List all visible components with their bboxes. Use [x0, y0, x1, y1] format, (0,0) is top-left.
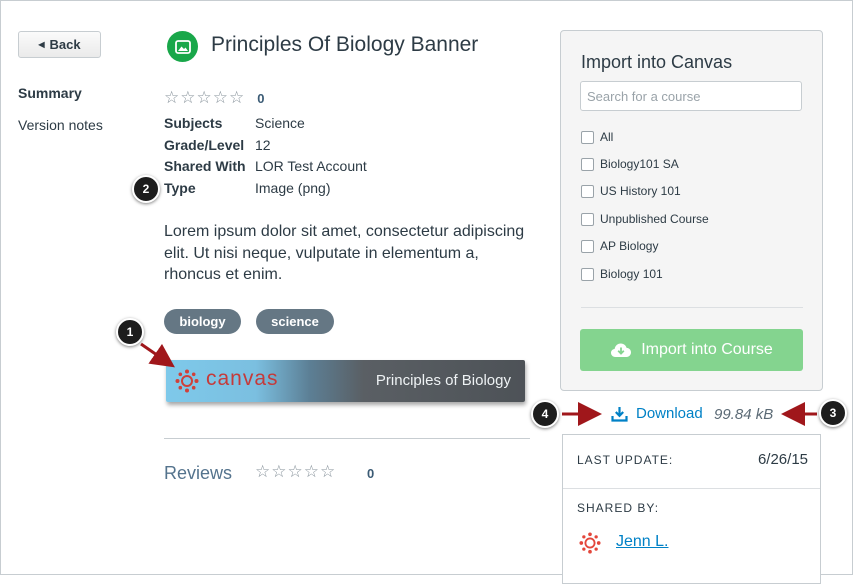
- divider: [581, 307, 803, 308]
- info-panel: LAST UPDATE: 6/26/15 SHARED BY: Jenn L.: [562, 434, 821, 584]
- star-rating-icon[interactable]: ☆☆☆☆☆: [164, 88, 245, 108]
- course-option-label: AP Biology: [600, 239, 659, 253]
- course-option-all[interactable]: All: [581, 130, 613, 144]
- course-option-label: US History 101: [600, 184, 681, 198]
- checkbox[interactable]: [581, 184, 594, 198]
- banner-subtitle: Principles of Biology: [375, 372, 511, 389]
- checkbox[interactable]: [581, 239, 594, 253]
- caret-left-icon: ◀: [38, 40, 45, 49]
- reviews-count: 0: [367, 466, 375, 481]
- callout-4: 4: [531, 400, 559, 428]
- author-link[interactable]: Jenn L.: [616, 533, 668, 551]
- nav-version-notes[interactable]: Version notes: [18, 117, 103, 133]
- cloud-download-icon: [611, 343, 632, 357]
- course-search-input[interactable]: [580, 81, 802, 111]
- import-into-course-button[interactable]: Import into Course: [580, 329, 803, 371]
- tag-biology[interactable]: biology: [164, 309, 241, 334]
- banner-brand: canvas: [206, 367, 279, 390]
- last-update-value: 6/26/15: [757, 451, 808, 468]
- file-size: 99.84 kB: [714, 406, 774, 423]
- callout-1: 1: [116, 318, 144, 346]
- course-option-label: Unpublished Course: [600, 212, 709, 226]
- course-option[interactable]: Unpublished Course: [581, 212, 709, 226]
- meta-key: Grade/Level: [164, 137, 245, 153]
- rating-count: 0: [257, 90, 265, 106]
- rating: ☆☆☆☆☆ 0: [164, 88, 264, 108]
- description: Lorem ipsum dolor sit amet, consectetur …: [164, 223, 525, 283]
- course-option-label: All: [600, 130, 614, 144]
- divider: [164, 438, 530, 439]
- meta-value: Image (png): [255, 180, 331, 196]
- page-title: Principles Of Biology Banner: [211, 33, 479, 56]
- back-button-label: Back: [49, 37, 81, 52]
- meta-key: Subjects: [164, 115, 223, 131]
- shared-by-label: SHARED BY:: [577, 501, 660, 515]
- back-button[interactable]: ◀ Back: [18, 31, 101, 58]
- checkbox[interactable]: [581, 157, 594, 171]
- download-icon: [611, 406, 628, 422]
- course-option[interactable]: AP Biology: [581, 239, 658, 253]
- course-option[interactable]: US History 101: [581, 184, 681, 198]
- checkbox[interactable]: [581, 130, 594, 144]
- banner-preview-image: canvas Principles of Biology: [166, 360, 525, 402]
- meta-value: 12: [255, 137, 271, 153]
- meta-value: Science: [255, 115, 305, 131]
- divider: [563, 488, 820, 489]
- import-panel-title: Import into Canvas: [581, 52, 733, 72]
- canvas-logo-icon: [175, 369, 199, 393]
- course-option[interactable]: Biology 101: [581, 267, 663, 281]
- meta-key: Type: [164, 180, 196, 196]
- download-label[interactable]: Download: [636, 405, 703, 422]
- meta-key: Shared With: [164, 158, 246, 174]
- import-panel: Import into Canvas All Biology101 SA US …: [560, 30, 823, 391]
- tag-science[interactable]: science: [256, 309, 334, 334]
- callout-3: 3: [819, 399, 847, 427]
- canvas-logo-icon: [579, 532, 601, 554]
- course-option[interactable]: Biology101 SA: [581, 157, 679, 171]
- reviews-star-icon: ☆☆☆☆☆: [255, 462, 337, 481]
- import-button-label: Import into Course: [641, 341, 773, 358]
- meta-value: LOR Test Account: [255, 158, 367, 174]
- last-update-label: LAST UPDATE:: [577, 453, 674, 467]
- checkbox[interactable]: [581, 212, 594, 226]
- download-link[interactable]: Download: [611, 405, 703, 422]
- reviews-heading: Reviews: [164, 463, 233, 483]
- nav-summary[interactable]: Summary: [18, 85, 82, 101]
- checkbox[interactable]: [581, 267, 594, 281]
- callout-2: 2: [132, 175, 160, 203]
- course-option-label: Biology 101: [600, 267, 663, 281]
- course-option-label: Biology101 SA: [600, 157, 679, 171]
- image-type-icon: [167, 31, 198, 62]
